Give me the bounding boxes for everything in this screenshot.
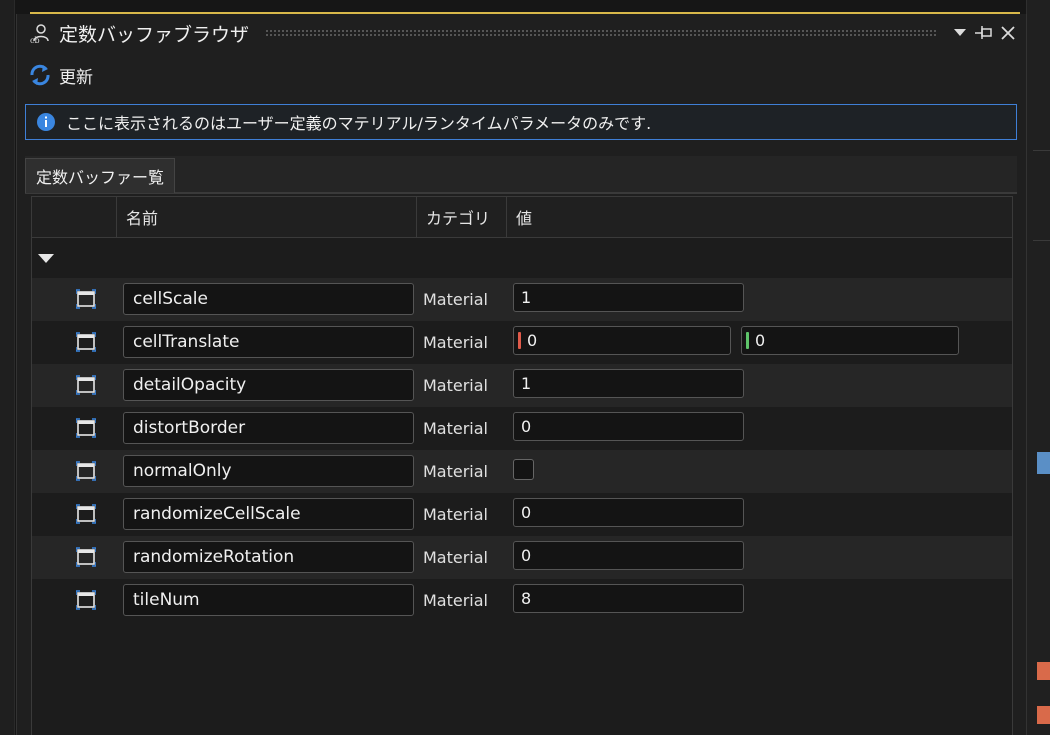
grid-header: 名前 カテゴリ 値 [32, 197, 1012, 238]
variable-icon [75, 375, 97, 395]
refresh-icon [30, 64, 50, 86]
dropdown-button[interactable] [948, 21, 972, 45]
variable-icon [75, 547, 97, 567]
parameter-name-field[interactable]: normalOnly [123, 455, 414, 487]
parameter-category: Material [423, 548, 488, 567]
close-icon [1001, 26, 1015, 40]
column-header-category[interactable]: カテゴリ [416, 197, 506, 237]
parameter-value-input[interactable]: 0 [513, 412, 744, 441]
background-blue-fragment [1037, 452, 1050, 474]
variable-icon [75, 504, 97, 524]
table-row[interactable]: detailOpacity Material 1 [32, 364, 1012, 407]
screen: cb 定数バッファブラウザ 更新 ここに表示されるのはユーザー定義のマテリアル/… [0, 0, 1050, 735]
vector-component-value: 0 [527, 331, 538, 350]
user-icon: cb [29, 22, 51, 44]
vector-y-input[interactable]: 0 [741, 326, 959, 355]
background-divider [1033, 150, 1050, 151]
info-message: ここに表示されるのはユーザー定義のマテリアル/ランタイムパラメータのみです. [66, 114, 652, 133]
background-orange-fragment [1037, 706, 1050, 724]
constant-buffer-browser-panel: cb 定数バッファブラウザ 更新 ここに表示されるのはユーザー定義のマテリアル/… [16, 14, 1027, 735]
constant-buffer-grid: 名前 カテゴリ 値 cellScale Material 1 cellTranslat… [31, 196, 1013, 735]
background-divider [1033, 240, 1050, 241]
chevron-down-icon [954, 29, 966, 36]
parameter-category: Material [423, 505, 488, 524]
info-icon [37, 113, 55, 131]
svg-text:cb: cb [30, 36, 40, 44]
parameter-name-field[interactable]: cellScale [123, 283, 414, 315]
column-header-icon [32, 197, 116, 237]
variable-icon [75, 590, 97, 610]
parameter-name-field[interactable]: detailOpacity [123, 369, 414, 401]
parameter-category: Material [423, 462, 488, 481]
parameter-value-input[interactable]: 1 [513, 369, 744, 398]
toolbar: 更新 [17, 58, 1026, 92]
y-axis-marker [746, 332, 749, 349]
pin-button[interactable] [972, 21, 996, 45]
table-row[interactable]: cellScale Material 1 [32, 278, 1012, 321]
refresh-button[interactable]: 更新 [27, 62, 93, 88]
group-row[interactable] [32, 238, 1012, 278]
parameter-checkbox[interactable] [513, 459, 534, 480]
parameter-name-field[interactable]: randomizeCellScale [123, 498, 414, 530]
x-axis-marker [518, 332, 521, 349]
parameter-category: Material [423, 591, 488, 610]
close-button[interactable] [996, 21, 1020, 45]
parameter-name-field[interactable]: tileNum [123, 584, 414, 616]
parameter-value-input[interactable]: 8 [513, 584, 744, 613]
parameter-category: Material [423, 290, 488, 309]
title-drag-grip[interactable] [265, 29, 936, 37]
parameter-category: Material [423, 419, 488, 438]
pin-icon [975, 26, 992, 39]
table-row[interactable]: randomizeRotation Material 0 [32, 536, 1012, 579]
window-title: 定数バッファブラウザ [59, 23, 250, 46]
tab-constant-buffer-list[interactable]: 定数バッファー覧 [25, 158, 176, 193]
left-dock-strip [0, 0, 15, 735]
table-row[interactable]: distortBorder Material 0 [32, 407, 1012, 450]
table-row[interactable]: normalOnly Material [32, 450, 1012, 493]
table-row[interactable]: cellTranslate Material 0 0 [32, 321, 1012, 364]
title-bar[interactable]: cb 定数バッファブラウザ [17, 14, 1026, 52]
parameter-name-field[interactable]: cellTranslate [123, 326, 414, 358]
table-row[interactable]: tileNum Material 8 [32, 579, 1012, 622]
vector-x-input[interactable]: 0 [513, 326, 731, 355]
collapse-triangle-icon[interactable] [38, 253, 54, 263]
parameter-name-field[interactable]: randomizeRotation [123, 541, 414, 573]
parameter-value-input[interactable]: 1 [513, 283, 744, 312]
right-background-window [1026, 0, 1050, 735]
parameter-value-input[interactable]: 0 [513, 498, 744, 527]
column-header-name[interactable]: 名前 [116, 197, 416, 237]
parameter-category: Material [423, 333, 488, 352]
column-header-value[interactable]: 値 [506, 197, 1012, 237]
variable-icon [75, 289, 97, 309]
variable-icon [75, 418, 97, 438]
background-orange-fragment [1037, 662, 1050, 680]
parameter-value-input[interactable]: 0 [513, 541, 744, 570]
parameter-category: Material [423, 376, 488, 395]
info-bar: ここに表示されるのはユーザー定義のマテリアル/ランタイムパラメータのみです. [25, 104, 1017, 140]
tab-strip: 定数バッファー覧 [25, 156, 1017, 194]
variable-icon [75, 332, 97, 352]
table-row[interactable]: randomizeCellScale Material 0 [32, 493, 1012, 536]
refresh-label: 更新 [59, 67, 93, 88]
parameter-name-field[interactable]: distortBorder [123, 412, 414, 444]
vector-component-value: 0 [755, 331, 766, 350]
variable-icon [75, 461, 97, 481]
